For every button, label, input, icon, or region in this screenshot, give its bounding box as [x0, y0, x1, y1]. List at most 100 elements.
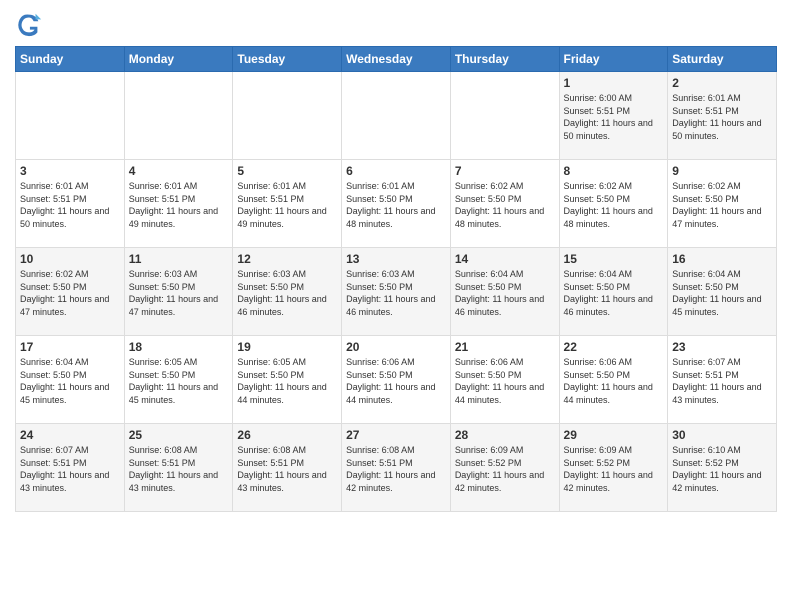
- day-number: 18: [129, 340, 229, 354]
- calendar-cell: 10Sunrise: 6:02 AM Sunset: 5:50 PM Dayli…: [16, 248, 125, 336]
- weekday-header-sunday: Sunday: [16, 47, 125, 72]
- week-row-2: 3 Sunrise: 6:01 AM Sunset: 5:51 PM Daylig…: [16, 160, 777, 248]
- weekday-header-saturday: Saturday: [668, 47, 777, 72]
- day-number: 16: [672, 252, 772, 266]
- day-number: 21: [455, 340, 555, 354]
- calendar-cell: 15Sunrise: 6:04 AM Sunset: 5:50 PM Dayli…: [559, 248, 668, 336]
- week-row-5: 24Sunrise: 6:07 AM Sunset: 5:51 PM Dayli…: [16, 424, 777, 512]
- weekday-header-wednesday: Wednesday: [342, 47, 451, 72]
- day-info: Sunrise: 6:04 AM Sunset: 5:50 PM Dayligh…: [20, 356, 120, 406]
- day-info: Sunrise: 6:01 AM Sunset: 5:51 PM Dayligh…: [20, 180, 120, 230]
- calendar-cell: 8 Sunrise: 6:02 AM Sunset: 5:50 PM Daylig…: [559, 160, 668, 248]
- day-info: Sunrise: 6:03 AM Sunset: 5:50 PM Dayligh…: [346, 268, 446, 318]
- calendar-cell: 21 Sunrise: 6:06 AM Sunset: 5:50 PM Dayli…: [450, 336, 559, 424]
- day-info: Sunrise: 6:08 AM Sunset: 5:51 PM Dayligh…: [346, 444, 446, 494]
- calendar-cell: 26 Sunrise: 6:08 AM Sunset: 5:51 PM Dayli…: [233, 424, 342, 512]
- calendar-cell: 18 Sunrise: 6:05 AM Sunset: 5:50 PM Dayli…: [124, 336, 233, 424]
- calendar-cell: 13 Sunrise: 6:03 AM Sunset: 5:50 PM Dayli…: [342, 248, 451, 336]
- calendar-cell: 20 Sunrise: 6:06 AM Sunset: 5:50 PM Dayli…: [342, 336, 451, 424]
- day-info: Sunrise: 6:03 AM Sunset: 5:50 PM Dayligh…: [129, 268, 229, 318]
- calendar-cell: 29 Sunrise: 6:09 AM Sunset: 5:52 PM Dayli…: [559, 424, 668, 512]
- calendar-cell: 11 Sunrise: 6:03 AM Sunset: 5:50 PM Dayli…: [124, 248, 233, 336]
- day-number: 27: [346, 428, 446, 442]
- calendar-cell: 27 Sunrise: 6:08 AM Sunset: 5:51 PM Dayli…: [342, 424, 451, 512]
- day-info: Sunrise: 6:02 AM Sunset: 5:50 PM Dayligh…: [564, 180, 664, 230]
- day-info: Sunrise: 6:06 AM Sunset: 5:50 PM Dayligh…: [455, 356, 555, 406]
- day-number: 6: [346, 164, 446, 178]
- logo: [15, 10, 47, 38]
- day-info: Sunrise: 6:03 AM Sunset: 5:50 PM Dayligh…: [237, 268, 337, 318]
- day-info: Sunrise: 6:04 AM Sunset: 5:50 PM Dayligh…: [672, 268, 772, 318]
- header: [15, 10, 777, 38]
- calendar: SundayMondayTuesdayWednesdayThursdayFrid…: [15, 46, 777, 512]
- day-number: 8: [564, 164, 664, 178]
- calendar-cell: 1 Sunrise: 6:00 AM Sunset: 5:51 PM Daylig…: [559, 72, 668, 160]
- calendar-cell: [124, 72, 233, 160]
- day-info: Sunrise: 6:06 AM Sunset: 5:50 PM Dayligh…: [346, 356, 446, 406]
- calendar-cell: 28Sunrise: 6:09 AM Sunset: 5:52 PM Dayli…: [450, 424, 559, 512]
- weekday-header-thursday: Thursday: [450, 47, 559, 72]
- day-number: 13: [346, 252, 446, 266]
- calendar-cell: 7 Sunrise: 6:02 AM Sunset: 5:50 PM Daylig…: [450, 160, 559, 248]
- day-info: Sunrise: 6:00 AM Sunset: 5:51 PM Dayligh…: [564, 92, 664, 142]
- day-info: Sunrise: 6:02 AM Sunset: 5:50 PM Dayligh…: [672, 180, 772, 230]
- day-info: Sunrise: 6:09 AM Sunset: 5:52 PM Dayligh…: [564, 444, 664, 494]
- day-info: Sunrise: 6:01 AM Sunset: 5:51 PM Dayligh…: [237, 180, 337, 230]
- day-info: Sunrise: 6:05 AM Sunset: 5:50 PM Dayligh…: [237, 356, 337, 406]
- calendar-cell: 12Sunrise: 6:03 AM Sunset: 5:50 PM Dayli…: [233, 248, 342, 336]
- day-info: Sunrise: 6:06 AM Sunset: 5:50 PM Dayligh…: [564, 356, 664, 406]
- week-row-3: 10Sunrise: 6:02 AM Sunset: 5:50 PM Dayli…: [16, 248, 777, 336]
- day-info: Sunrise: 6:08 AM Sunset: 5:51 PM Dayligh…: [237, 444, 337, 494]
- day-info: Sunrise: 6:02 AM Sunset: 5:50 PM Dayligh…: [20, 268, 120, 318]
- week-row-4: 17 Sunrise: 6:04 AM Sunset: 5:50 PM Dayli…: [16, 336, 777, 424]
- day-number: 7: [455, 164, 555, 178]
- calendar-cell: 4 Sunrise: 6:01 AM Sunset: 5:51 PM Daylig…: [124, 160, 233, 248]
- calendar-cell: 16 Sunrise: 6:04 AM Sunset: 5:50 PM Dayli…: [668, 248, 777, 336]
- page: SundayMondayTuesdayWednesdayThursdayFrid…: [0, 0, 792, 527]
- calendar-cell: 19 Sunrise: 6:05 AM Sunset: 5:50 PM Dayli…: [233, 336, 342, 424]
- day-number: 15: [564, 252, 664, 266]
- calendar-cell: 3 Sunrise: 6:01 AM Sunset: 5:51 PM Daylig…: [16, 160, 125, 248]
- calendar-cell: 22 Sunrise: 6:06 AM Sunset: 5:50 PM Dayli…: [559, 336, 668, 424]
- weekday-header-row: SundayMondayTuesdayWednesdayThursdayFrid…: [16, 47, 777, 72]
- calendar-cell: 17 Sunrise: 6:04 AM Sunset: 5:50 PM Dayli…: [16, 336, 125, 424]
- day-number: 19: [237, 340, 337, 354]
- day-number: 26: [237, 428, 337, 442]
- calendar-cell: 6 Sunrise: 6:01 AM Sunset: 5:50 PM Daylig…: [342, 160, 451, 248]
- day-number: 14: [455, 252, 555, 266]
- day-info: Sunrise: 6:10 AM Sunset: 5:52 PM Dayligh…: [672, 444, 772, 494]
- calendar-cell: 14Sunrise: 6:04 AM Sunset: 5:50 PM Dayli…: [450, 248, 559, 336]
- day-number: 30: [672, 428, 772, 442]
- calendar-cell: [342, 72, 451, 160]
- day-info: Sunrise: 6:02 AM Sunset: 5:50 PM Dayligh…: [455, 180, 555, 230]
- day-info: Sunrise: 6:07 AM Sunset: 5:51 PM Dayligh…: [672, 356, 772, 406]
- day-number: 20: [346, 340, 446, 354]
- day-info: Sunrise: 6:01 AM Sunset: 5:50 PM Dayligh…: [346, 180, 446, 230]
- day-info: Sunrise: 6:01 AM Sunset: 5:51 PM Dayligh…: [129, 180, 229, 230]
- calendar-body: 1 Sunrise: 6:00 AM Sunset: 5:51 PM Daylig…: [16, 72, 777, 512]
- calendar-cell: 2 Sunrise: 6:01 AM Sunset: 5:51 PM Daylig…: [668, 72, 777, 160]
- day-info: Sunrise: 6:01 AM Sunset: 5:51 PM Dayligh…: [672, 92, 772, 142]
- calendar-cell: 25Sunrise: 6:08 AM Sunset: 5:51 PM Dayli…: [124, 424, 233, 512]
- calendar-cell: [233, 72, 342, 160]
- day-number: 1: [564, 76, 664, 90]
- week-row-1: 1 Sunrise: 6:00 AM Sunset: 5:51 PM Daylig…: [16, 72, 777, 160]
- calendar-cell: 30 Sunrise: 6:10 AM Sunset: 5:52 PM Dayli…: [668, 424, 777, 512]
- day-info: Sunrise: 6:05 AM Sunset: 5:50 PM Dayligh…: [129, 356, 229, 406]
- calendar-cell: [450, 72, 559, 160]
- weekday-header-friday: Friday: [559, 47, 668, 72]
- day-number: 29: [564, 428, 664, 442]
- day-number: 17: [20, 340, 120, 354]
- day-number: 22: [564, 340, 664, 354]
- calendar-cell: 9 Sunrise: 6:02 AM Sunset: 5:50 PM Daylig…: [668, 160, 777, 248]
- day-number: 2: [672, 76, 772, 90]
- day-number: 9: [672, 164, 772, 178]
- logo-icon: [15, 10, 43, 38]
- day-number: 4: [129, 164, 229, 178]
- calendar-header: SundayMondayTuesdayWednesdayThursdayFrid…: [16, 47, 777, 72]
- day-number: 11: [129, 252, 229, 266]
- day-number: 28: [455, 428, 555, 442]
- weekday-header-tuesday: Tuesday: [233, 47, 342, 72]
- day-number: 3: [20, 164, 120, 178]
- day-number: 24: [20, 428, 120, 442]
